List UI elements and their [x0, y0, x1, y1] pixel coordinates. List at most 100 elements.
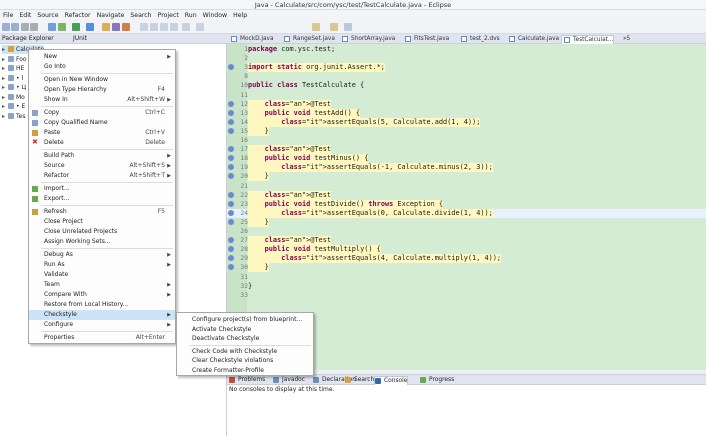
annotation-marker-icon[interactable] [228, 246, 234, 253]
tree-item[interactable]: ▸ • Ц [2, 83, 26, 92]
tab-problems[interactable]: Problems [229, 376, 265, 384]
editor-tab[interactable]: RangeSet.java [282, 35, 335, 44]
checkstyle-item-create-formatter-profile[interactable]: Create Formatter-Profile [177, 366, 313, 376]
annotation-marker-icon[interactable] [228, 146, 234, 153]
menu-help[interactable]: Help [230, 10, 250, 20]
menu-item-properties[interactable]: Properties Alt+Enter [29, 333, 175, 343]
save-icon[interactable] [11, 23, 19, 31]
menu-run[interactable]: Run [182, 10, 200, 20]
new-file-icon[interactable] [2, 23, 10, 31]
tree-item[interactable]: ▸ Tes [2, 112, 25, 121]
menu-edit[interactable]: Edit [16, 10, 34, 20]
checkstyle-item-deactivate-checkstyle[interactable]: Deactivate Checkstyle [177, 334, 313, 344]
forward-icon[interactable] [196, 23, 204, 31]
next-annotation-icon[interactable] [150, 23, 158, 31]
annotation-marker-icon[interactable] [228, 155, 234, 162]
annotation-marker-icon[interactable] [228, 200, 234, 207]
checkstyle-item-configure-project-s-from-blueprint[interactable]: Configure project(s) from blueprint... [177, 315, 313, 325]
tab-package-explorer[interactable]: Package Explorer [2, 35, 54, 43]
menu-item-paste[interactable]: Paste Ctrl+V [29, 128, 175, 138]
menu-item-assign-working-sets[interactable]: Assign Working Sets... [29, 237, 175, 247]
save-all-icon[interactable] [30, 23, 38, 31]
open-type-icon[interactable] [112, 23, 120, 31]
menu-item-configure[interactable]: Configure ▶ [29, 320, 175, 330]
menu-item-export[interactable]: Export... [29, 194, 175, 204]
menu-item-restore-from-local-history[interactable]: Restore from Local History... [29, 300, 175, 310]
annotation-marker-icon[interactable] [228, 118, 234, 125]
menu-item-refactor[interactable]: Refactor Alt+Shift+T ▶ [29, 171, 175, 181]
editor-tab[interactable]: TestCalculat... [561, 35, 615, 44]
menu-project[interactable]: Project [155, 10, 182, 20]
tab-console[interactable]: Console [374, 376, 409, 385]
annotation-marker-icon[interactable] [228, 191, 234, 198]
menu-item-refresh[interactable]: Refresh F5 [29, 207, 175, 217]
last-edit-icon[interactable] [170, 23, 178, 31]
tree-item[interactable]: ▸ • E [2, 102, 25, 111]
menu-item-import[interactable]: Import... [29, 184, 175, 194]
annotation-marker-icon[interactable] [228, 237, 234, 244]
annotation-marker-icon[interactable] [228, 64, 234, 71]
menu-search[interactable]: Search [127, 10, 154, 20]
menu-item-team[interactable]: Team ▶ [29, 280, 175, 290]
editor-tab[interactable]: »5 [621, 35, 630, 44]
menu-item-open-in-new-window[interactable]: Open in New Window [29, 75, 175, 85]
print-icon[interactable] [21, 23, 29, 31]
menu-item-show-in[interactable]: Show In Alt+Shift+W ▶ [29, 95, 175, 105]
annotation-marker-icon[interactable] [228, 164, 234, 171]
menu-refactor[interactable]: Refactor [62, 10, 94, 20]
annotation-marker-icon[interactable] [228, 255, 234, 262]
menu-item-open-type-hierarchy[interactable]: Open Type Hierarchy F4 [29, 85, 175, 95]
annotation-marker-icon[interactable] [228, 100, 234, 107]
tree-item[interactable]: ▸ Foo [2, 55, 27, 64]
editor-tab[interactable]: test_2.dvs [459, 35, 500, 44]
menu-item-copy-qualified-name[interactable]: Copy Qualified Name [29, 118, 175, 128]
checkstyle-item-activate-checkstyle[interactable]: Activate Checkstyle [177, 325, 313, 335]
editor-tab[interactable]: ShortArray.java [340, 35, 395, 44]
checkstyle-item-clear-checkstyle-violations[interactable]: Clear Checkstyle violations [177, 356, 313, 366]
annotation-marker-icon[interactable] [228, 109, 234, 116]
menu-item-validate[interactable]: Validate [29, 270, 175, 280]
run-icon[interactable] [58, 23, 66, 31]
menu-item-close-unrelated-projects[interactable]: Close Unrelated Projects [29, 227, 175, 237]
tab-search[interactable]: Search [345, 376, 374, 384]
debug-icon[interactable] [48, 23, 56, 31]
toggle-mark-icon[interactable] [140, 23, 148, 31]
annotation-marker-icon[interactable] [228, 209, 234, 216]
annotation-marker-icon[interactable] [228, 127, 234, 134]
editor-tab[interactable]: FitsTest.java [403, 35, 449, 44]
menu-item-copy[interactable]: Copy Ctrl+C [29, 108, 175, 118]
tree-item[interactable]: ▸ HE [2, 64, 24, 73]
menu-item-source[interactable]: Source Alt+Shift+S ▶ [29, 161, 175, 171]
menu-item-close-project[interactable]: Close Project [29, 217, 175, 227]
tab-javadoc[interactable]: Javadoc [273, 376, 305, 384]
pin-icon[interactable] [312, 23, 320, 31]
search-icon[interactable] [122, 23, 130, 31]
menu-item-compare-with[interactable]: Compare With ▶ [29, 290, 175, 300]
annotation-marker-icon[interactable] [228, 173, 234, 180]
back-icon[interactable] [182, 23, 190, 31]
menu-item-build-path[interactable]: Build Path ▶ [29, 151, 175, 161]
menu-item-debug-as[interactable]: Debug As ▶ [29, 250, 175, 260]
menu-navigate[interactable]: Navigate [94, 10, 128, 20]
tree-item[interactable]: ▸ • l [2, 74, 23, 83]
external-tools-icon[interactable] [86, 23, 94, 31]
menu-item-delete[interactable]: ✖ Delete Delete [29, 138, 175, 148]
new-class-icon[interactable] [102, 23, 110, 31]
menu-item-go-into[interactable]: Go Into [29, 62, 175, 72]
annotation-marker-icon[interactable] [228, 264, 234, 271]
run-last-icon[interactable] [72, 23, 80, 31]
menu-item-checkstyle[interactable]: Checkstyle ▶ [29, 310, 175, 320]
menu-item-run-as[interactable]: Run As ▶ [29, 260, 175, 270]
menu-item-new[interactable]: New ▶ [29, 52, 175, 62]
menu-file[interactable]: File [0, 10, 16, 20]
tree-item[interactable]: ▸ Mo [2, 93, 25, 102]
history-icon[interactable] [330, 23, 338, 31]
tab-junit[interactable]: JUnit [73, 35, 87, 43]
checkstyle-item-check-code-with-checkstyle[interactable]: Check Code with Checkstyle [177, 347, 313, 357]
tab-progress[interactable]: Progress [420, 376, 454, 384]
menu-window[interactable]: Window [200, 10, 230, 20]
menu-source[interactable]: Source [34, 10, 61, 20]
annotation-marker-icon[interactable] [228, 218, 234, 225]
editor-tab[interactable]: Calculate.java [507, 35, 559, 44]
prev-annotation-icon[interactable] [160, 23, 168, 31]
